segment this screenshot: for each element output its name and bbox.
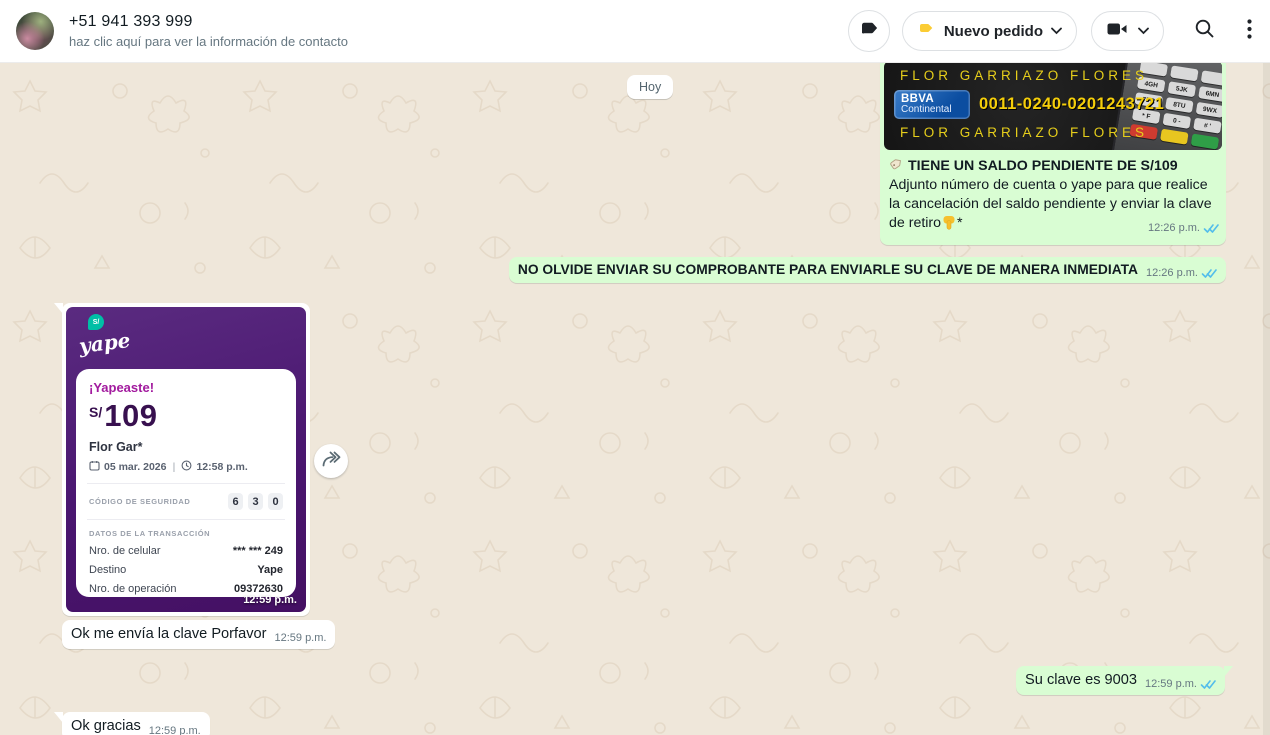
new-order-button[interactable]: Nuevo pedido [902,11,1077,51]
bank-row: BBVA Continental 0011-0240-0201243721 [894,90,1164,119]
tag-emoji [889,157,904,172]
header-actions: Nuevo pedido [848,10,1252,52]
message-meta: 12:59 p.m. [1145,678,1216,690]
forward-button[interactable] [314,444,348,478]
bank-account-image[interactable]: 4GH 5JK 6MN 7PR 8TU 9WX * F 0 - # ' ... [884,63,1222,150]
contact-info[interactable]: +51 941 393 999 haz clic aquí para ver l… [69,13,348,49]
bbva-logo: BBVA Continental [894,90,970,119]
chat-scrollbar[interactable] [1263,63,1270,735]
pos-key: 8TU [1165,97,1194,113]
search-icon [1194,18,1215,44]
message-bank-image[interactable]: 4GH 5JK 6MN 7PR 8TU 9WX * F 0 - # ' ... [880,63,1226,245]
contact-subtitle: haz clic aquí para ver la información de… [69,34,348,49]
message-thanks[interactable]: Ok gracias 12:59 p.m. [62,712,210,735]
pos-key: 0 - [1163,113,1192,129]
message-text: Ok me envía la clave Porfavor [71,626,266,642]
point-down-emoji [942,215,956,230]
menu-button[interactable] [1247,19,1252,44]
message-yape-receipt[interactable]: S/ yape ¡Yapeaste! S/109 Flor Gar* 05 ma… [62,303,310,616]
message-meta: 12:59 p.m. [274,632,326,644]
yape-logo: S/ yape [79,314,130,355]
page-title: +51 941 393 999 [69,13,348,31]
read-receipt-icon [1200,679,1216,690]
search-button[interactable] [1194,18,1215,44]
pos-key: # ' [1193,118,1222,134]
message-text: Ok gracias [71,718,141,734]
receipt-card: ¡Yapeaste! S/109 Flor Gar* 05 mar. 2026 … [76,369,296,597]
clock-icon [181,460,192,474]
transaction-row: Nro. de celular *** *** 249 [89,545,283,557]
account-number: 0011-0240-0201243721 [979,95,1164,114]
divider [87,483,285,484]
receipt-datetime: 05 mar. 2026 | 12:58 p.m. [89,460,283,474]
message-key[interactable]: Su clave es 9003 12:59 p.m. [1016,666,1225,695]
pos-key: 9WX [1196,102,1222,118]
security-code-row: CÓDIGO DE SEGURIDAD 6 3 0 [89,493,283,510]
transaction-label: DATOS DE LA TRANSACCIÓN [89,529,283,538]
whatsapp-window: +51 941 393 999 haz clic aquí para ver l… [0,0,1270,735]
security-code: 6 3 0 [228,493,283,510]
message-text: Su clave es 9003 [1025,672,1137,688]
video-call-button[interactable] [1091,11,1164,51]
date-divider: Hoy [627,75,673,99]
message-text: NO OLVIDE ENVIAR SU COMPROBANTE PARA ENV… [518,262,1138,277]
account-holder-bottom: FLOR GARRIAZO FLORES [900,125,1148,140]
receipt-title: ¡Yapeaste! [89,380,283,395]
chevron-down-icon [1138,22,1149,40]
receipt-amount: S/109 [89,398,283,434]
caption-title: TIENE UN SALDO PENDIENTE DE S/109 [908,158,1178,174]
new-order-label: Nuevo pedido [944,23,1043,40]
chevron-down-icon [1051,22,1062,40]
message-reminder[interactable]: NO OLVIDE ENVIAR SU COMPROBANTE PARA ENV… [509,257,1226,283]
chat-header: +51 941 393 999 haz clic aquí para ver l… [0,0,1270,63]
pos-key [1201,70,1222,86]
read-receipt-icon [1203,223,1219,234]
read-receipt-icon [1201,268,1217,279]
message-request-key[interactable]: Ok me envía la clave Porfavor 12:59 p.m. [62,620,335,649]
message-time-overlay: 12:59 p.m. [243,594,297,606]
receipt-recipient: Flor Gar* [89,440,283,454]
pos-enter-key [1191,133,1220,149]
caption-suffix: * [957,215,963,231]
message-meta: 12:26 p.m. [1148,219,1219,238]
chat-area: Hoy 4GH 5JK 6MN 7PR 8TU 9WX * [0,63,1270,735]
separator: | [172,461,175,473]
video-camera-icon [1106,20,1128,43]
transaction-row: Destino Yape [89,564,283,576]
labels-button[interactable] [848,10,890,52]
pos-key [1170,65,1199,81]
kebab-menu-icon [1247,19,1252,44]
calendar-icon [89,460,100,474]
forward-icon [320,449,342,474]
account-holder-top: FLOR GARRIAZO FLORES [900,68,1148,83]
avatar[interactable] [16,12,54,50]
message-caption: TIENE UN SALDO PENDIENTE DE S/109 Adjunt… [880,150,1226,241]
pos-clear-key [1160,129,1189,145]
message-meta: 12:59 p.m. [149,725,201,735]
yape-receipt-image[interactable]: S/ yape ¡Yapeaste! S/109 Flor Gar* 05 ma… [66,307,306,612]
message-meta: 12:26 p.m. [1146,267,1217,279]
tag-icon [917,20,935,43]
pos-key: 6MN [1198,86,1222,102]
label-icon [858,18,880,45]
divider [87,519,285,520]
pos-key: 5JK [1168,81,1197,97]
